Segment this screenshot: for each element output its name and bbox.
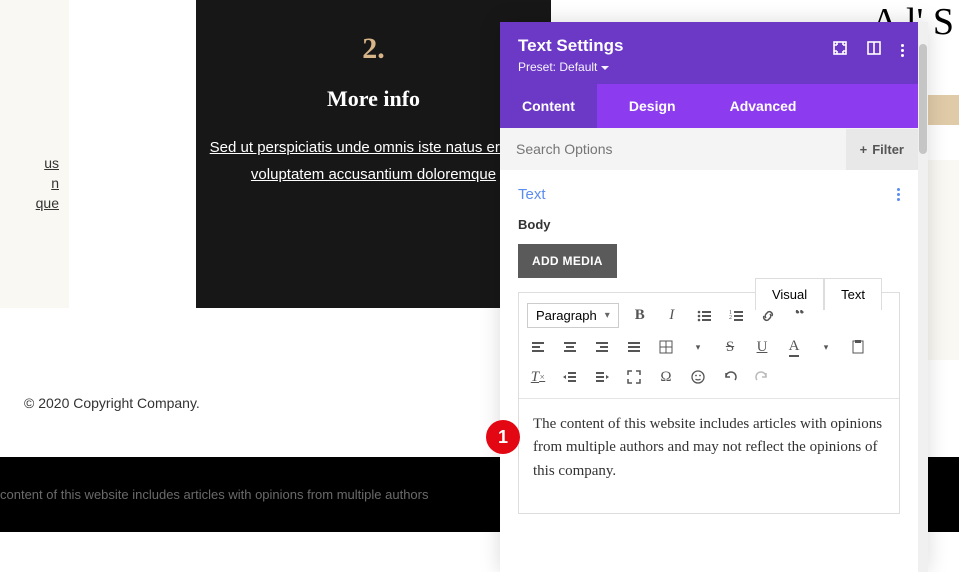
text-settings-panel: Text Settings Preset: Default Content De…: [500, 22, 928, 572]
bg-link-fragment-2: n: [0, 175, 69, 191]
preset-dropdown[interactable]: Preset: Default: [518, 60, 900, 74]
emoji-icon[interactable]: [687, 366, 709, 388]
search-input[interactable]: [500, 128, 846, 170]
outdent-icon[interactable]: [559, 366, 581, 388]
editor-tab-visual[interactable]: Visual: [755, 278, 824, 310]
card-title: More info: [196, 86, 551, 112]
fullscreen-icon[interactable]: [623, 366, 645, 388]
rich-text-editor: Paragraph B I 12 “ ▾: [518, 292, 900, 514]
undo-icon[interactable]: [719, 366, 741, 388]
editor-tab-text[interactable]: Text: [824, 278, 882, 310]
bg-link-fragment-3: que: [0, 195, 69, 211]
card-body: Sed ut perspiciatis unde omnis iste natu…: [196, 134, 551, 188]
special-char-icon[interactable]: Ω: [655, 366, 677, 388]
right-accent-bar: [927, 95, 959, 125]
align-justify-icon[interactable]: [623, 336, 645, 358]
card-number: 2.: [196, 32, 551, 66]
redo-icon[interactable]: [751, 366, 773, 388]
strikethrough-icon[interactable]: S: [719, 336, 741, 358]
settings-tabs: Content Design Advanced: [500, 84, 918, 128]
indent-icon[interactable]: [591, 366, 613, 388]
paste-icon[interactable]: [847, 336, 869, 358]
text-color-caret-icon[interactable]: ▾: [815, 336, 837, 358]
annotation-marker-1: 1: [486, 420, 520, 454]
bold-icon[interactable]: B: [629, 305, 651, 327]
format-select[interactable]: Paragraph: [527, 303, 619, 328]
search-row: + Filter: [500, 128, 918, 170]
tab-content[interactable]: Content: [500, 84, 597, 128]
filter-button[interactable]: + Filter: [846, 129, 918, 170]
editor-content[interactable]: The content of this website includes art…: [519, 399, 899, 513]
right-strip: [927, 160, 959, 360]
tab-design[interactable]: Design: [607, 84, 698, 128]
panel-content: Text Body ADD MEDIA Visual Text Paragrap…: [500, 170, 918, 572]
footer-text: content of this website includes article…: [0, 487, 429, 502]
expand-icon[interactable]: [832, 40, 848, 61]
more-menu-icon[interactable]: [900, 40, 904, 61]
underline-icon[interactable]: U: [751, 336, 773, 358]
align-right-icon[interactable]: [591, 336, 613, 358]
responsive-icon[interactable]: [866, 40, 882, 61]
scrollbar-thumb[interactable]: [919, 44, 927, 154]
table-caret-icon[interactable]: ▾: [687, 336, 709, 358]
info-card: 2. More info Sed ut perspiciatis unde om…: [196, 0, 551, 308]
bg-left-column: us n que: [0, 0, 69, 308]
italic-icon[interactable]: I: [661, 305, 683, 327]
section-options-icon[interactable]: [897, 188, 900, 201]
panel-header[interactable]: Text Settings Preset: Default: [500, 22, 918, 84]
panel-scrollbar[interactable]: [918, 22, 928, 572]
table-icon[interactable]: [655, 336, 677, 358]
clear-format-icon[interactable]: T×: [527, 366, 549, 388]
align-left-icon[interactable]: [527, 336, 549, 358]
bg-link-fragment-1: us: [0, 155, 69, 171]
plus-icon: +: [860, 142, 868, 157]
text-color-icon[interactable]: A: [783, 336, 805, 358]
add-media-button[interactable]: ADD MEDIA: [518, 244, 617, 278]
svg-text:2: 2: [729, 315, 732, 321]
section-title-text[interactable]: Text: [518, 186, 546, 203]
body-label: Body: [518, 217, 900, 232]
numbered-list-icon[interactable]: 12: [725, 305, 747, 327]
bullet-list-icon[interactable]: [693, 305, 715, 327]
filter-label: Filter: [872, 142, 904, 157]
tab-advanced[interactable]: Advanced: [708, 84, 819, 128]
align-center-icon[interactable]: [559, 336, 581, 358]
